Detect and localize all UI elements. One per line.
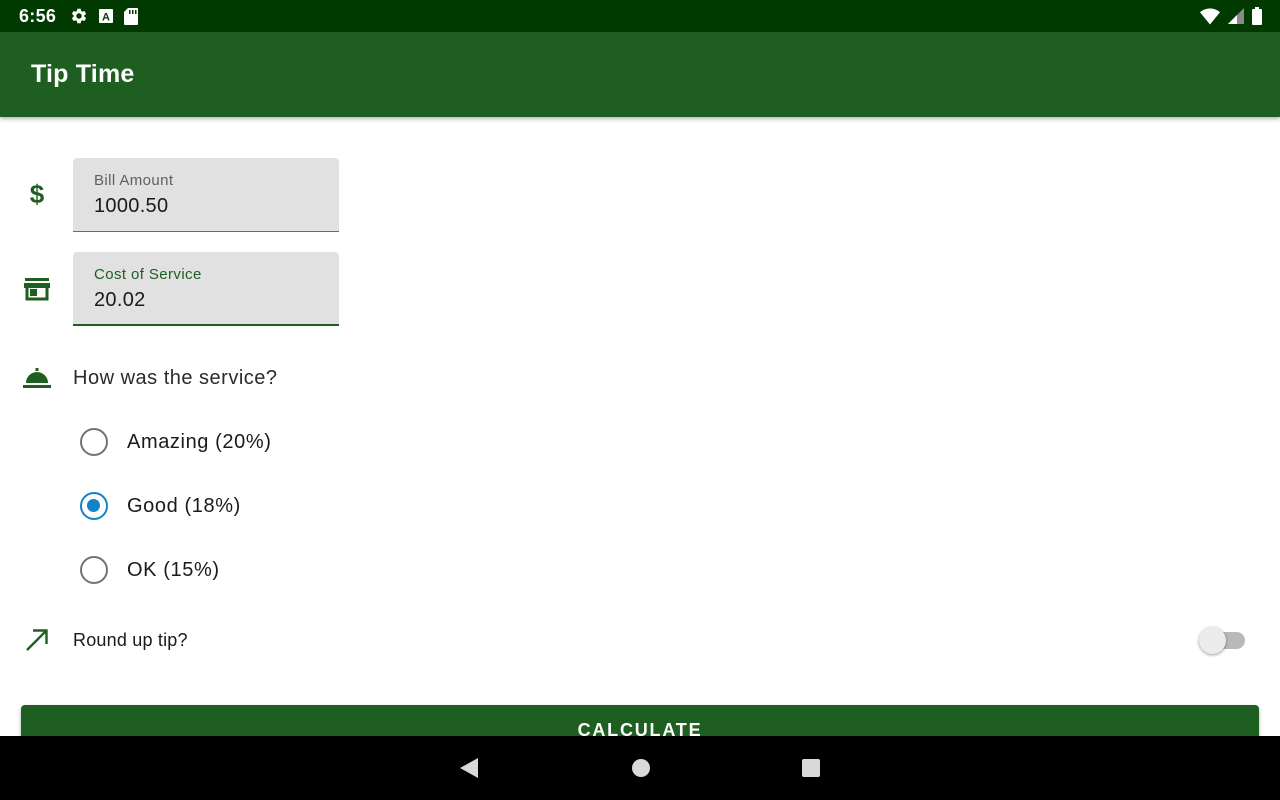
main-content: $ Bill Amount 1000.50 Cost of Service 20… xyxy=(0,117,1280,755)
round-up-switch[interactable] xyxy=(1199,625,1247,655)
tip-option-label: Amazing (20%) xyxy=(127,430,272,453)
settings-icon xyxy=(70,7,88,30)
app-bar: Tip Time xyxy=(0,32,1280,117)
battery-icon xyxy=(1252,7,1262,30)
bill-amount-label: Bill Amount xyxy=(94,172,174,189)
cell-signal-icon xyxy=(1228,7,1244,30)
service-question: How was the service? xyxy=(73,367,278,389)
recents-icon[interactable] xyxy=(799,756,823,780)
radio-button-checked[interactable] xyxy=(80,492,108,520)
tip-option-amazing[interactable]: Amazing (20%) xyxy=(80,427,272,457)
bill-amount-value[interactable]: 1000.50 xyxy=(94,195,168,218)
tip-option-ok[interactable]: OK (15%) xyxy=(80,555,220,585)
status-bar: 6:56 A xyxy=(0,0,1280,32)
home-icon[interactable] xyxy=(629,756,653,780)
cost-of-service-field[interactable]: Cost of Service 20.02 xyxy=(73,252,339,326)
storefront-icon xyxy=(22,274,52,304)
status-time: 6:56 xyxy=(19,6,57,26)
cost-of-service-value[interactable]: 20.02 xyxy=(94,289,146,312)
sd-card-icon xyxy=(124,7,138,30)
status-icons-right xyxy=(1200,7,1262,30)
bill-amount-field[interactable]: Bill Amount 1000.50 xyxy=(73,158,339,232)
dollar-icon: $ xyxy=(22,179,52,209)
cost-of-service-label: Cost of Service xyxy=(94,266,202,283)
round-up-label: Round up tip? xyxy=(73,630,188,650)
svg-text:A: A xyxy=(102,12,110,24)
radio-button[interactable] xyxy=(80,428,108,456)
switch-thumb[interactable] xyxy=(1199,627,1226,654)
trending-up-icon xyxy=(22,625,52,655)
room-service-icon xyxy=(22,363,52,393)
status-icons-left: A xyxy=(70,7,138,30)
a-notification-icon: A xyxy=(98,8,114,29)
wifi-icon xyxy=(1200,8,1220,30)
radio-button[interactable] xyxy=(80,556,108,584)
tip-option-good[interactable]: Good (18%) xyxy=(80,491,241,521)
tip-option-label: OK (15%) xyxy=(127,558,220,581)
back-icon[interactable] xyxy=(457,756,481,780)
svg-text:$: $ xyxy=(30,180,45,208)
tip-option-label: Good (18%) xyxy=(127,494,241,517)
app-title: Tip Time xyxy=(31,60,135,88)
nav-bar xyxy=(0,736,1280,800)
